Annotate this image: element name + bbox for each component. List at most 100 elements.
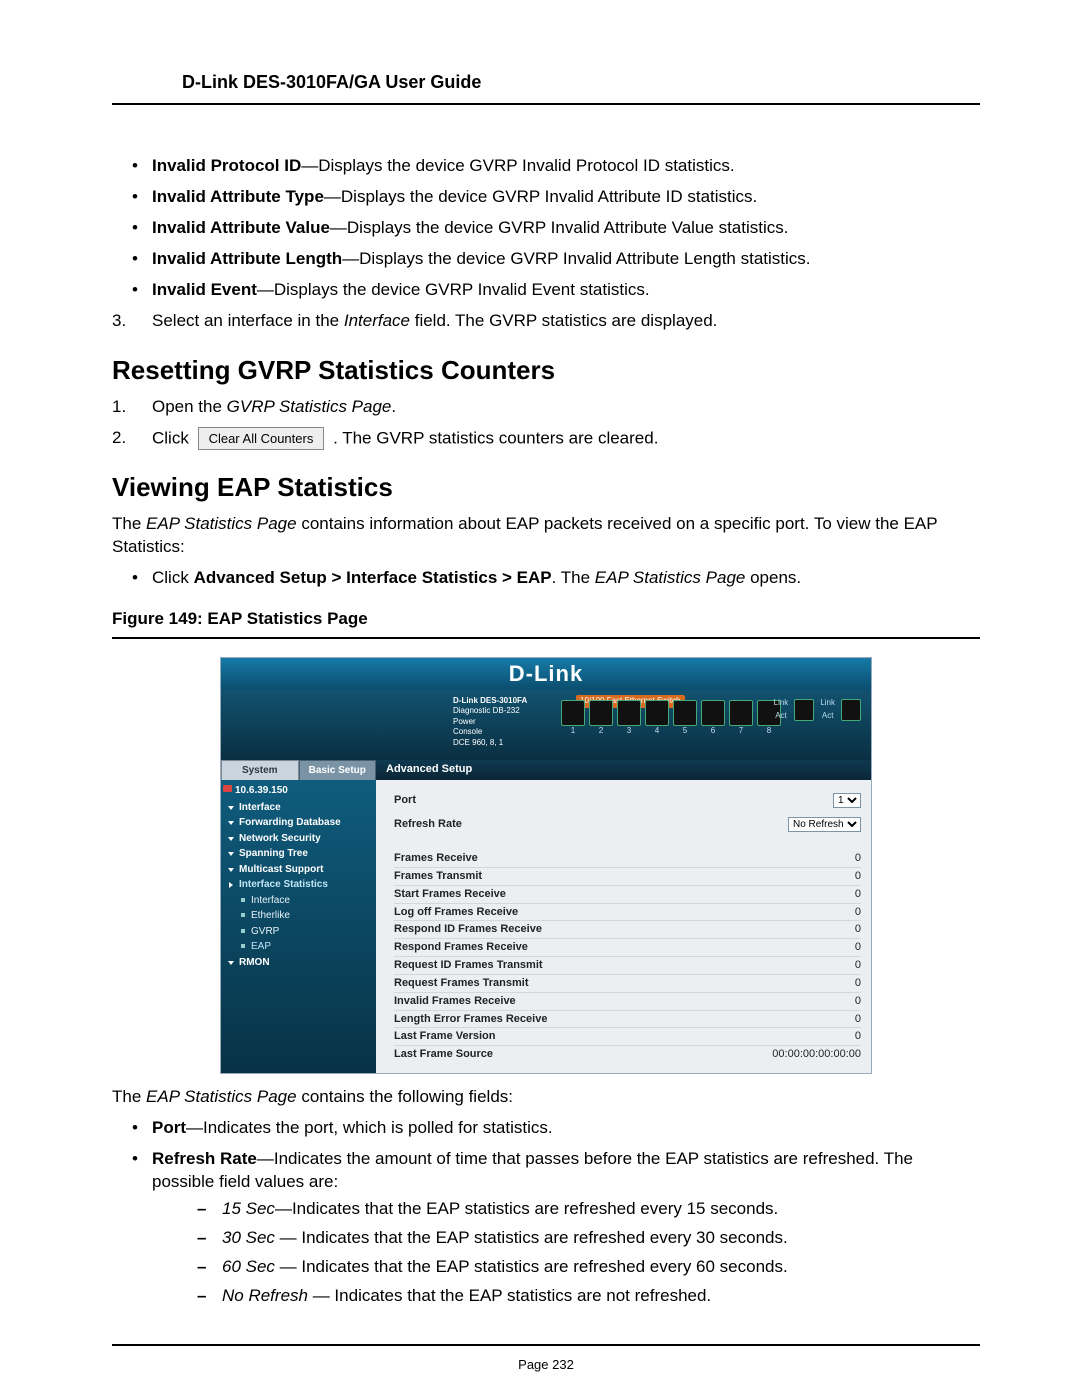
eap-intro: The EAP Statistics Page contains informa… (112, 513, 980, 559)
label: Frames Receive (394, 851, 478, 866)
text-ital: EAP Statistics Page (595, 568, 746, 587)
eap-nav-bullet: Click Advanced Setup > Interface Statist… (112, 567, 980, 590)
value: 0 (741, 1029, 861, 1044)
sidebar-sub-gvrp[interactable]: GVRP (221, 924, 376, 940)
refresh-options: 15 Sec—Indicates that the EAP statistics… (152, 1198, 980, 1308)
gbic-port-g1[interactable] (794, 699, 814, 721)
value: 0 (741, 994, 861, 1009)
sidebar-ip[interactable]: 10.6.39.150 (221, 782, 376, 800)
value: 0 (741, 922, 861, 937)
sidebar-sub-interface[interactable]: Interface (221, 893, 376, 909)
value: 0 (741, 869, 861, 884)
step-number: 1. (112, 396, 142, 419)
tab-system[interactable]: System (221, 760, 299, 781)
right-ports: Link Act Link Act (774, 698, 861, 722)
value: 0 (741, 1012, 861, 1027)
sidebar-item-interface[interactable]: Interface (221, 800, 376, 816)
text-post: opens. (745, 568, 801, 587)
reset-step-2: 2. Click Clear All Counters . The GVRP s… (112, 427, 980, 451)
desc: —Indicates the amount of time that passe… (152, 1149, 913, 1191)
text-bold: Advanced Setup > Interface Statistics > … (194, 568, 552, 587)
device-image-row: D-Link DES-3010FA Diagnostic DB-232 Powe… (221, 690, 871, 760)
value: 00:00:00:00:00:00 (741, 1047, 861, 1062)
device-sub: Diagnostic DB-232 (453, 706, 558, 716)
text-ital: EAP Statistics Page (146, 1087, 297, 1106)
desc: — Indicates that the EAP statistics are … (308, 1286, 711, 1305)
refresh-no-refresh: No Refresh — Indicates that the EAP stat… (152, 1285, 980, 1308)
page-number: Page 232 (518, 1357, 574, 1372)
label: Request ID Frames Transmit (394, 958, 543, 973)
text-post: . (391, 397, 396, 416)
section-reset-gvrp: Resetting GVRP Statistics Counters (112, 353, 980, 388)
row-frames-transmit: Frames Transmit 0 (394, 868, 861, 886)
page-footer: Page 232 (112, 1344, 980, 1374)
act-label: Act (822, 711, 834, 722)
gvrp-invalid-list: Invalid Protocol ID —Displays the device … (112, 155, 980, 302)
step-number: 3. (112, 310, 142, 333)
field-bullets: Port—Indicates the port, which is polled… (112, 1117, 980, 1308)
field-port: Port—Indicates the port, which is polled… (112, 1117, 980, 1140)
value: 0 (741, 887, 861, 902)
port-2[interactable] (589, 700, 613, 726)
text-mid: . The (552, 568, 595, 587)
sidebar-item-spanning-tree[interactable]: Spanning Tree (221, 846, 376, 862)
eap-nav-bullet-list: Click Advanced Setup > Interface Statist… (112, 567, 980, 590)
sidebar-item-network-security[interactable]: Network Security (221, 831, 376, 847)
text-post: field. The GVRP statistics are displayed… (410, 311, 717, 330)
value: 0 (741, 905, 861, 920)
port-5[interactable] (673, 700, 697, 726)
port-3[interactable] (617, 700, 641, 726)
refresh-rate-label: Refresh Rate (394, 817, 462, 832)
port-label: Port (394, 793, 416, 808)
text-post: . The GVRP statistics counters are clear… (333, 428, 658, 447)
value: 0 (741, 851, 861, 866)
field-refresh-rate: Refresh Rate—Indicates the amount of tim… (112, 1148, 980, 1308)
clear-all-counters-button[interactable]: Clear All Counters (198, 427, 325, 451)
port-4[interactable] (645, 700, 669, 726)
desc: —Displays the device GVRP Invalid Attrib… (324, 187, 757, 206)
value: 0 (741, 976, 861, 991)
label: Length Error Frames Receive (394, 1012, 547, 1027)
bullet-invalid-attribute-length: Invalid Attribute Length—Displays the de… (112, 248, 980, 271)
row-request-frames-transmit: Request Frames Transmit 0 (394, 975, 861, 993)
sidebar-item-rmon[interactable]: RMON (221, 955, 376, 971)
sidebar-item-interface-statistics[interactable]: Interface Statistics (221, 877, 376, 893)
text-pre: The (112, 514, 146, 533)
port-7[interactable] (729, 700, 753, 726)
desc: — Indicates that the EAP statistics are … (275, 1228, 788, 1247)
label: Respond Frames Receive (394, 940, 528, 955)
text-ital: GVRP Statistics Page (227, 397, 392, 416)
text-post: contains the following fields: (297, 1087, 513, 1106)
app-following-text: The EAP Statistics Page contains the fol… (112, 1086, 980, 1109)
term: Refresh Rate (152, 1149, 257, 1168)
sidebar-item-multicast-support[interactable]: Multicast Support (221, 862, 376, 878)
port-6[interactable] (701, 700, 725, 726)
label: Frames Transmit (394, 869, 482, 884)
port-1[interactable] (561, 700, 585, 726)
gbic-port-g2[interactable] (841, 699, 861, 721)
port-row (561, 700, 781, 726)
sidebar-item-forwarding-database[interactable]: Forwarding Database (221, 815, 376, 831)
sidebar-sub-etherlike[interactable]: Etherlike (221, 908, 376, 924)
desc: —Displays the device GVRP Invalid Attrib… (330, 218, 789, 237)
step-3: 3. Select an interface in the Interface … (112, 310, 980, 333)
row-start-frames-receive: Start Frames Receive 0 (394, 886, 861, 904)
act-label: Act (775, 711, 787, 722)
term: Invalid Protocol ID (152, 156, 301, 175)
main-tabs: System Basic Setup Advanced Setup (221, 760, 871, 780)
figure-caption: Figure 149: EAP Statistics Page (112, 608, 980, 631)
link-label: Link (774, 698, 789, 709)
tab-advanced-setup[interactable]: Advanced Setup (376, 759, 871, 780)
dce-label: DCE 960, 8, 1 (453, 738, 558, 748)
sidebar-sub-eap[interactable]: EAP (221, 939, 376, 955)
term: Invalid Attribute Type (152, 187, 324, 206)
refresh-rate-select[interactable]: No Refresh (788, 817, 861, 832)
refresh-60-sec: 60 Sec — Indicates that the EAP statisti… (152, 1256, 980, 1279)
term: Invalid Attribute Value (152, 218, 330, 237)
term: Invalid Attribute Length (152, 249, 342, 268)
value: 0 (741, 940, 861, 955)
value: 0 (741, 958, 861, 973)
port-select[interactable]: 1 (833, 793, 861, 808)
row-length-error-frames-receive: Length Error Frames Receive 0 (394, 1011, 861, 1029)
tab-basic-setup[interactable]: Basic Setup (299, 760, 377, 781)
